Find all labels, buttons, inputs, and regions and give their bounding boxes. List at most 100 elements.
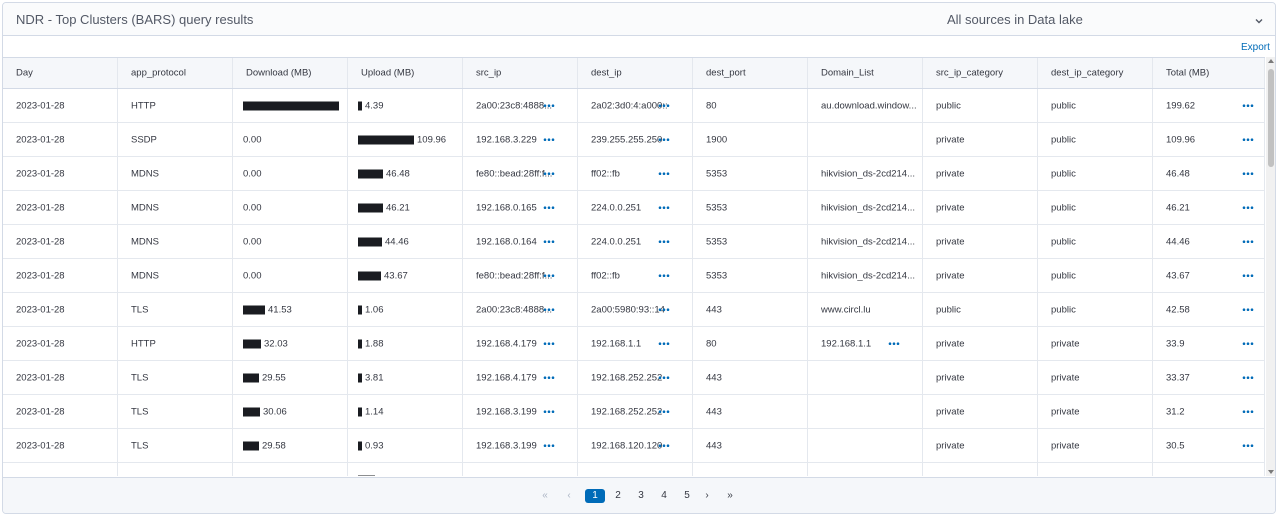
previous-page-icon[interactable]: ‹ bbox=[562, 489, 576, 503]
column-header-src-ip-category[interactable]: src_ip_category bbox=[923, 58, 1038, 88]
last-page-icon[interactable]: » bbox=[723, 489, 737, 503]
scroll-down-arrow-icon[interactable] bbox=[1268, 470, 1274, 474]
cell-download: 0.00 bbox=[233, 463, 348, 476]
ellipsis-icon[interactable] bbox=[543, 272, 555, 278]
page-button-5[interactable]: 5 bbox=[677, 489, 697, 503]
ellipsis-icon[interactable] bbox=[1242, 340, 1254, 346]
scrollbar-thumb[interactable] bbox=[1268, 69, 1274, 167]
ellipsis-icon[interactable] bbox=[543, 170, 555, 176]
column-header-dest-port[interactable]: dest_port bbox=[693, 58, 808, 88]
download-bar bbox=[243, 373, 259, 382]
ellipsis-icon[interactable] bbox=[658, 408, 670, 414]
table-footer: « ‹ 1 2 3 4 5 › » bbox=[3, 477, 1275, 513]
page-button-4[interactable]: 4 bbox=[654, 489, 674, 503]
ellipsis-icon[interactable] bbox=[658, 136, 670, 142]
app-protocol-value: SSDP bbox=[131, 134, 157, 145]
column-header-app-protocol[interactable]: app_protocol bbox=[118, 58, 233, 88]
ellipsis-icon[interactable] bbox=[658, 442, 670, 448]
table-row: 2023-01-28 MDNS 0.00 46.21 192.168.0.165 224.… bbox=[3, 191, 1265, 225]
ellipsis-icon[interactable] bbox=[543, 340, 555, 346]
cell-day: 2023-01-28 bbox=[3, 395, 118, 428]
ellipsis-icon[interactable] bbox=[1242, 238, 1254, 244]
ellipsis-icon[interactable] bbox=[1242, 170, 1254, 176]
ellipsis-icon[interactable] bbox=[1242, 306, 1254, 312]
ellipsis-icon[interactable] bbox=[543, 102, 555, 108]
column-header-label: dest_ip_category bbox=[1051, 67, 1124, 79]
column-header-download[interactable]: Download (MB) bbox=[233, 58, 348, 88]
column-header-src-ip[interactable]: src_ip bbox=[463, 58, 578, 88]
chevron-down-icon bbox=[1255, 19, 1263, 24]
dest-ip-category-value: private bbox=[1051, 440, 1080, 451]
src-ip-value: 192.168.0.164 bbox=[476, 236, 537, 247]
upload-bar bbox=[358, 271, 381, 280]
column-header-domain-list[interactable]: Domain_List bbox=[808, 58, 923, 88]
table-row: 2023-01-28 HTTP 4.39 2a00:23c8:4888... 2a02:… bbox=[3, 89, 1265, 123]
export-link[interactable]: Export bbox=[1241, 42, 1270, 53]
cell-domain-list: au.download.window... bbox=[808, 89, 923, 122]
cell-day: 2023-01-28 bbox=[3, 293, 118, 326]
dest-ip-value: 192.168.252.252 bbox=[591, 372, 663, 383]
ellipsis-icon[interactable] bbox=[658, 102, 670, 108]
total-value: 109.96 bbox=[1166, 134, 1196, 145]
vertical-scrollbar[interactable] bbox=[1266, 57, 1275, 476]
ellipsis-icon[interactable] bbox=[1242, 272, 1254, 278]
ellipsis-icon[interactable] bbox=[658, 170, 670, 176]
ellipsis-icon[interactable] bbox=[658, 272, 670, 278]
column-header-dest-ip-category[interactable]: dest_ip_category bbox=[1038, 58, 1153, 88]
src-ip-value: 192.168.4.179 bbox=[476, 372, 537, 383]
page-button-1[interactable]: 1 bbox=[585, 489, 605, 503]
domain-list-value: hikvision_ds-2cd214... bbox=[821, 168, 915, 179]
ellipsis-icon[interactable] bbox=[1242, 136, 1254, 142]
page-button-2[interactable]: 2 bbox=[608, 489, 628, 503]
page-button-3[interactable]: 3 bbox=[631, 489, 651, 503]
ellipsis-icon[interactable] bbox=[658, 340, 670, 346]
cell-dest-port: 5353 bbox=[693, 225, 808, 258]
day-value: 2023-01-28 bbox=[16, 338, 65, 349]
cell-total: 30.5 bbox=[1153, 429, 1265, 462]
table-row: 2023-01-28 TLS 29.55 3.81 192.168.4.179 192.1… bbox=[3, 361, 1265, 395]
ellipsis-icon[interactable] bbox=[543, 204, 555, 210]
ellipsis-icon[interactable] bbox=[888, 340, 900, 346]
src-ip-value: fe80::bead:28ff:f... bbox=[476, 270, 553, 281]
ellipsis-icon[interactable] bbox=[543, 238, 555, 244]
ellipsis-icon[interactable] bbox=[658, 204, 670, 210]
cell-download: 29.58 bbox=[233, 429, 348, 462]
cell-upload: 0.93 bbox=[348, 429, 463, 462]
ellipsis-icon[interactable] bbox=[1242, 204, 1254, 210]
column-header-upload[interactable]: Upload (MB) bbox=[348, 58, 463, 88]
download-value: 0.00 bbox=[243, 270, 262, 281]
ellipsis-icon[interactable] bbox=[543, 306, 555, 312]
scroll-up-arrow-icon[interactable] bbox=[1268, 59, 1274, 63]
dest-port-value: 443 bbox=[706, 372, 722, 383]
cell-src-ip-category: public bbox=[923, 89, 1038, 122]
first-page-icon[interactable]: « bbox=[538, 489, 552, 503]
ellipsis-icon[interactable] bbox=[543, 136, 555, 142]
column-header-label: Total (MB) bbox=[1166, 67, 1210, 79]
cell-upload: 3.81 bbox=[348, 361, 463, 394]
column-header-day[interactable]: Day bbox=[3, 58, 118, 88]
column-header-total[interactable]: Total (MB) bbox=[1153, 58, 1265, 88]
data-source-select[interactable]: All sources in Data lake bbox=[933, 7, 1269, 33]
ellipsis-icon[interactable] bbox=[658, 306, 670, 312]
ellipsis-icon[interactable] bbox=[1242, 442, 1254, 448]
total-value: 30.14 bbox=[1166, 474, 1190, 476]
app-protocol-value: TLS bbox=[131, 440, 149, 451]
ellipsis-icon[interactable] bbox=[658, 238, 670, 244]
app-protocol-value: HTTP bbox=[131, 100, 156, 111]
cell-day: 2023-01-28 bbox=[3, 157, 118, 190]
ellipsis-icon[interactable] bbox=[543, 374, 555, 380]
ellipsis-icon[interactable] bbox=[543, 442, 555, 448]
dest-ip-category-value: public bbox=[1051, 304, 1076, 315]
ellipsis-icon[interactable] bbox=[1242, 374, 1254, 380]
download-bar bbox=[243, 441, 259, 450]
next-page-icon[interactable]: › bbox=[700, 489, 714, 503]
ellipsis-icon[interactable] bbox=[1242, 408, 1254, 414]
ellipsis-icon[interactable] bbox=[658, 374, 670, 380]
cell-total: 33.9 bbox=[1153, 327, 1265, 360]
ellipsis-icon[interactable] bbox=[543, 408, 555, 414]
ellipsis-icon[interactable] bbox=[1242, 102, 1254, 108]
cell-domain-list: hikvision_ds-2cd214... bbox=[808, 259, 923, 292]
app-protocol-value: SSDP bbox=[131, 474, 157, 476]
upload-value: 1.88 bbox=[365, 338, 384, 349]
column-header-dest-ip[interactable]: dest_ip bbox=[578, 58, 693, 88]
